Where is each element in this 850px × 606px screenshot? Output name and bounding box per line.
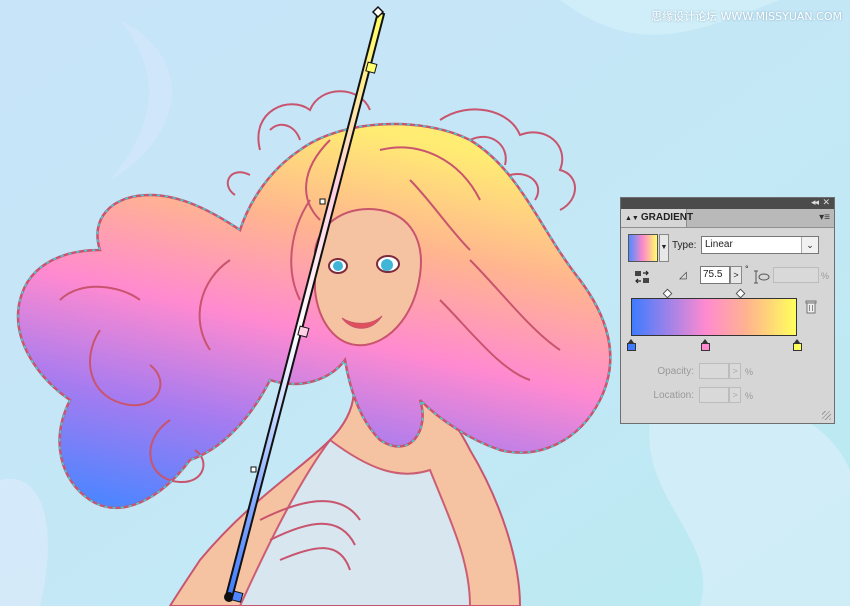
aspect-ratio-input: [773, 267, 819, 283]
location-percent: %: [745, 391, 754, 401]
color-stop-blue[interactable]: [626, 339, 636, 351]
gradient-midpoint[interactable]: [735, 288, 746, 299]
close-icon[interactable]: ✕: [822, 197, 830, 208]
watermark: 思缘设计论坛 WWW.MISSYUAN.COM: [651, 10, 842, 23]
tab-gradient-label: GRADIENT: [640, 212, 694, 223]
aspect-percent: %: [821, 271, 830, 281]
annotator-stop-pink: [297, 325, 310, 338]
swatch-dropdown[interactable]: ▼: [659, 234, 669, 262]
type-select[interactable]: Linear ⌄: [701, 236, 819, 254]
reverse-gradient-icon[interactable]: [634, 269, 650, 285]
angle-input[interactable]: 75.5: [700, 266, 730, 284]
angle-dropdown[interactable]: >: [730, 266, 742, 284]
panel-title-bar[interactable]: ◂◂ ✕: [621, 197, 834, 209]
location-dropdown: >: [729, 387, 741, 403]
annotator-stop-yellow: [365, 61, 378, 74]
annotator-midpoint: [319, 198, 326, 205]
gradient-panel[interactable]: ◂◂ ✕ ▲▼ GRADIENT ▾≡ ▼ Type: Linear ⌄ ◿ 75…: [620, 197, 835, 424]
resize-grip[interactable]: [822, 411, 831, 420]
annotator-stop-blue: [231, 590, 244, 603]
panel-tab-row: ▲▼ GRADIENT ▾≡: [621, 209, 834, 228]
gradient-midpoint[interactable]: [662, 288, 673, 299]
gradient-slider[interactable]: [631, 298, 797, 336]
opacity-label: Opacity:: [657, 366, 694, 377]
double-chevron-icon[interactable]: ◂◂: [811, 197, 819, 208]
iris-right: [381, 259, 393, 271]
trash-icon[interactable]: [805, 300, 817, 314]
location-input: [699, 387, 729, 403]
chevron-down-icon[interactable]: ⌄: [801, 237, 818, 253]
panel-menu-icon[interactable]: ▾≡: [819, 212, 830, 223]
gradient-swatch[interactable]: [628, 234, 658, 262]
type-label: Type:: [672, 240, 697, 251]
type-select-value: Linear: [705, 239, 733, 250]
color-stop-yellow[interactable]: [792, 339, 802, 351]
color-stop-pink[interactable]: [701, 339, 711, 351]
opacity-percent: %: [745, 367, 754, 377]
opacity-input: [699, 363, 729, 379]
tab-gradient[interactable]: ▲▼ GRADIENT: [621, 209, 693, 227]
iris-left: [333, 261, 343, 271]
annotator-midpoint: [250, 466, 257, 473]
opacity-dropdown: >: [729, 363, 741, 379]
aspect-ratio-icon: [754, 270, 770, 284]
degree-symbol: °: [745, 264, 749, 274]
location-label: Location:: [653, 390, 694, 401]
tab-toggle-icon[interactable]: ▲▼: [625, 215, 639, 222]
angle-icon: ◿: [679, 270, 687, 281]
